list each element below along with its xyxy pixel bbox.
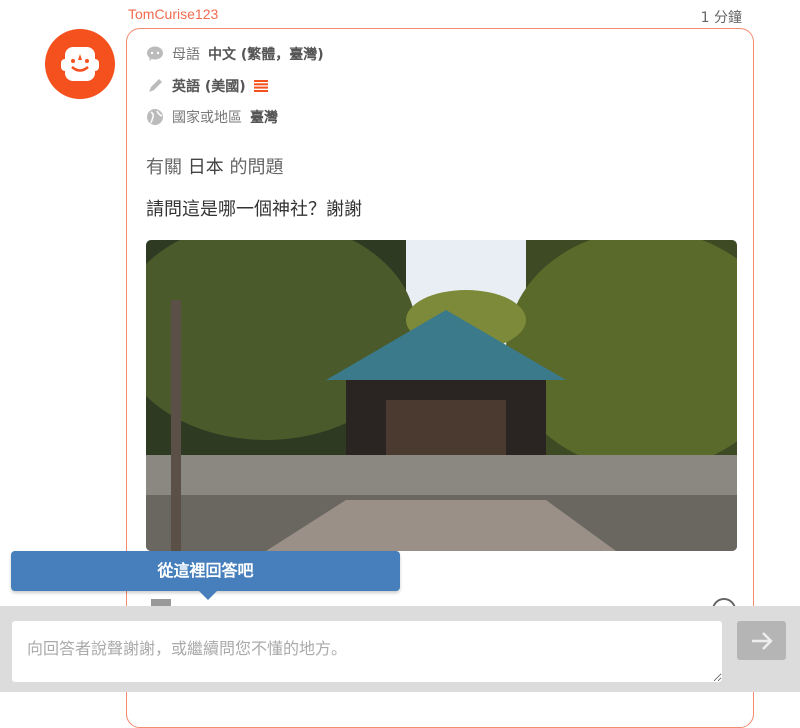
avatar-face-icon — [61, 47, 99, 81]
send-button[interactable] — [737, 621, 786, 660]
pencil-icon — [149, 79, 162, 92]
learning-value: 英語 (美國) — [172, 79, 246, 95]
learning-language-row: 英語 (美國) — [146, 76, 268, 96]
native-label: 母語 — [172, 47, 200, 63]
question-topic: 有關 日本 的問題 — [146, 153, 283, 179]
native-language-row: 母語 中文 (繁體，臺灣) — [146, 44, 324, 64]
country-value: 臺灣 — [250, 110, 278, 126]
country-label: 國家或地區 — [172, 110, 242, 126]
speech-bubble-icon — [147, 46, 163, 61]
topic-prefix: 有關 — [146, 157, 182, 178]
proficiency-level-icon — [253, 80, 268, 92]
native-value: 中文 (繁體，臺灣) — [208, 47, 324, 63]
username[interactable]: TomCurise123 — [128, 6, 218, 22]
avatar[interactable] — [45, 29, 115, 99]
timestamp: 1 分鐘 — [700, 10, 742, 26]
question-image[interactable] — [146, 240, 737, 551]
globe-icon — [147, 109, 163, 125]
shrine-photo — [146, 240, 737, 551]
country-row: 國家或地區 臺灣 — [146, 107, 278, 127]
question-text: 請問這是哪一個神社？謝謝 — [146, 199, 362, 220]
answer-here-tooltip: 從這裡回答吧 — [11, 551, 400, 600]
arrow-right-icon — [751, 631, 773, 650]
topic-link[interactable]: 日本 — [188, 157, 224, 178]
topic-suffix: 的問題 — [229, 157, 284, 178]
reply-input[interactable] — [12, 621, 722, 682]
